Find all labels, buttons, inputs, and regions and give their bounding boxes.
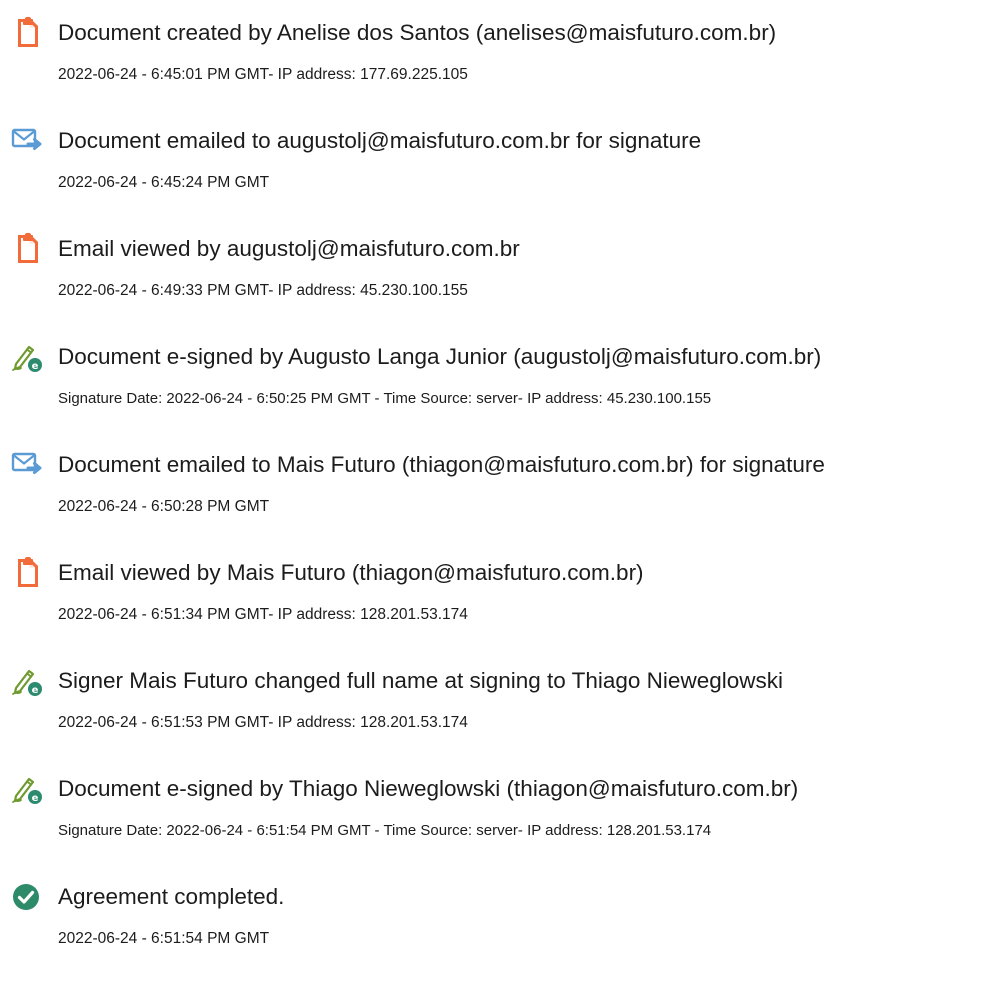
email-sent-icon bbox=[10, 448, 44, 482]
email-sent-icon bbox=[10, 124, 44, 158]
event-detail: 2022-06-24 - 6:51:34 PM GMT- IP address:… bbox=[58, 606, 468, 623]
event-title: Signer Mais Futuro changed full name at … bbox=[58, 668, 783, 693]
check-circle-icon bbox=[10, 880, 44, 914]
e-sign-pen-icon: e bbox=[10, 340, 44, 374]
event-title: Document e-signed by Augusto Langa Junio… bbox=[58, 344, 822, 369]
event-detail: Signature Date: 2022-06-24 - 6:51:54 PM … bbox=[58, 822, 712, 839]
svg-text:e: e bbox=[32, 685, 39, 696]
event-title: Document e-signed by Thiago Nieweglowski… bbox=[58, 776, 799, 801]
history-event: e Document e-signed by Thiago Nieweglows… bbox=[0, 772, 988, 862]
e-sign-pen-icon: e bbox=[10, 772, 44, 806]
history-event: Email viewed by augustolj@maisfuturo.com… bbox=[0, 232, 988, 322]
event-detail: 2022-06-24 - 6:51:53 PM GMT- IP address:… bbox=[58, 714, 468, 731]
document-viewed-icon bbox=[10, 232, 44, 266]
history-event: Email viewed by Mais Futuro (thiagon@mai… bbox=[0, 556, 988, 646]
e-sign-pen-icon: e bbox=[10, 664, 44, 698]
document-created-icon bbox=[10, 16, 44, 50]
event-title: Document emailed to Mais Futuro (thiagon… bbox=[58, 452, 825, 477]
event-detail: 2022-06-24 - 6:50:28 PM GMT bbox=[58, 498, 270, 515]
event-title: Document emailed to augustolj@maisfuturo… bbox=[58, 128, 702, 153]
event-title: Email viewed by Mais Futuro (thiagon@mai… bbox=[58, 560, 644, 585]
event-title: Agreement completed. bbox=[58, 884, 285, 909]
svg-text:e: e bbox=[32, 361, 39, 372]
history-event: Document emailed to augustolj@maisfuturo… bbox=[0, 124, 988, 214]
event-title: Document created by Anelise dos Santos (… bbox=[58, 20, 777, 45]
event-detail: 2022-06-24 - 6:45:24 PM GMT bbox=[58, 174, 270, 191]
svg-text:e: e bbox=[32, 793, 39, 804]
event-detail: 2022-06-24 - 6:51:54 PM GMT bbox=[58, 930, 270, 947]
document-viewed-icon bbox=[10, 556, 44, 590]
event-detail: 2022-06-24 - 6:45:01 PM GMT- IP address:… bbox=[58, 66, 468, 83]
event-detail: Signature Date: 2022-06-24 - 6:50:25 PM … bbox=[58, 390, 712, 407]
history-event: Document created by Anelise dos Santos (… bbox=[0, 16, 988, 106]
history-event: e Signer Mais Futuro changed full name a… bbox=[0, 664, 988, 754]
event-title: Email viewed by augustolj@maisfuturo.com… bbox=[58, 236, 520, 261]
history-event: e Document e-signed by Augusto Langa Jun… bbox=[0, 340, 988, 430]
history-event: Document emailed to Mais Futuro (thiagon… bbox=[0, 448, 988, 538]
history-event: Agreement completed. 2022-06-24 - 6:51:5… bbox=[0, 880, 988, 970]
event-detail: 2022-06-24 - 6:49:33 PM GMT- IP address:… bbox=[58, 282, 468, 299]
